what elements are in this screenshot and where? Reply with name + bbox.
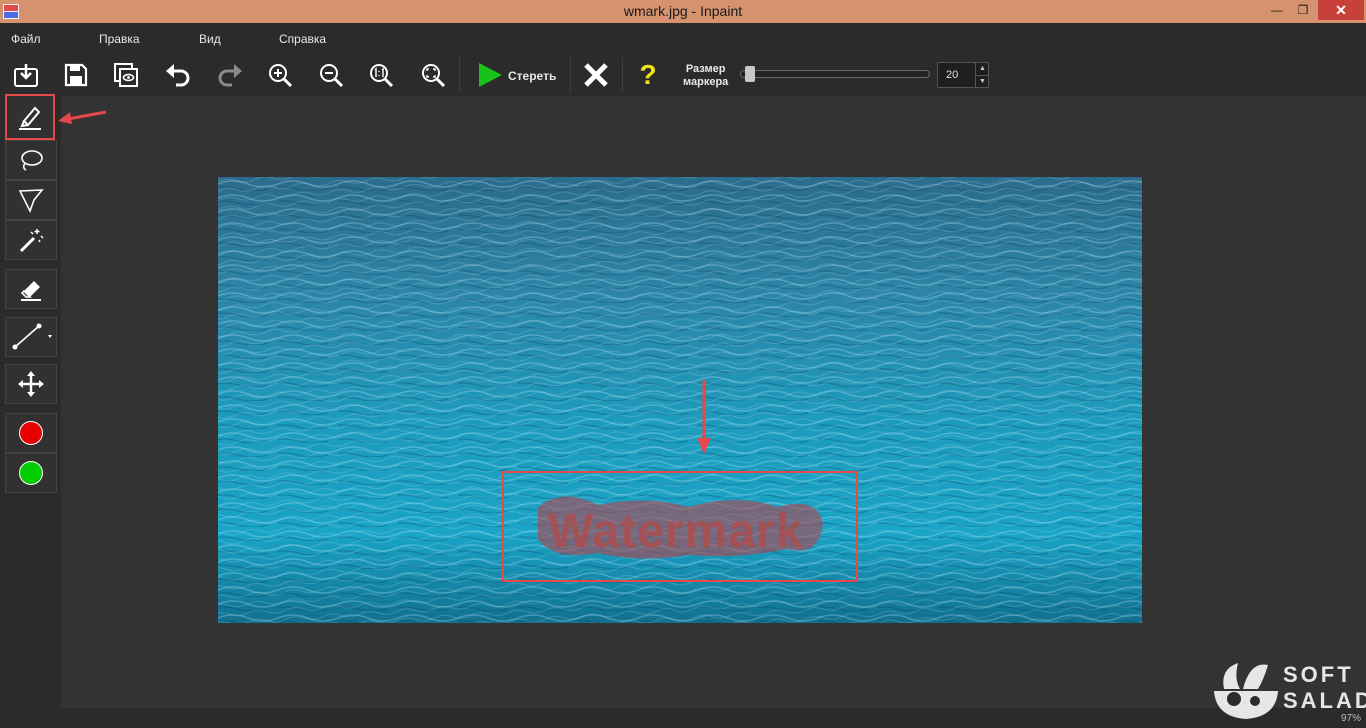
zoom-out-button[interactable] — [311, 57, 351, 93]
marker-tool-button[interactable] — [5, 94, 55, 140]
zoom-level: 97% — [1341, 713, 1362, 724]
toolbar-separator — [570, 57, 571, 93]
move-tool-button[interactable] — [5, 364, 57, 404]
eraser-icon — [20, 281, 41, 301]
minimize-button[interactable]: — — [1264, 0, 1290, 20]
preview-button[interactable] — [106, 57, 146, 93]
preview-icon — [114, 63, 138, 87]
annotation-arrow-down-icon — [697, 380, 711, 454]
lasso-tool-button[interactable] — [5, 140, 57, 180]
erase-run-button[interactable] — [470, 57, 510, 93]
move-icon — [18, 371, 44, 397]
polygonal-lasso-tool-button[interactable] — [5, 180, 57, 220]
zoom-in-button[interactable] — [260, 57, 300, 93]
maximize-button[interactable]: ❐ — [1290, 0, 1316, 20]
undo-button[interactable] — [158, 57, 198, 93]
polygonal-lasso-icon — [18, 189, 44, 214]
close-window-button[interactable]: ✕ — [1318, 0, 1364, 20]
play-icon — [479, 63, 502, 87]
magic-wand-tool-button[interactable] — [5, 220, 57, 260]
redo-button[interactable] — [210, 57, 250, 93]
stepper-down-icon[interactable]: ▼ — [975, 75, 989, 87]
marker-size-label: Размер маркера — [683, 63, 728, 89]
window-title: wmark.jpg - Inpaint — [623, 3, 743, 19]
softsalad-logo — [1214, 663, 1278, 719]
redo-icon — [218, 64, 242, 87]
menu-bar: Файл Правка Вид Справка — [0, 23, 1366, 55]
close-icon — [584, 63, 608, 87]
open-button[interactable] — [6, 57, 46, 93]
marker-size-stepper[interactable]: 20 ▲ ▼ — [937, 62, 989, 88]
brand-line2: SALAD — [1283, 688, 1366, 713]
green-color-swatch — [19, 461, 43, 485]
zoom-fit-icon — [422, 64, 446, 88]
zoom-fit-button[interactable] — [413, 57, 453, 93]
zoom-out-icon — [320, 64, 344, 88]
marker-size-label-line1: Размер — [685, 63, 726, 75]
annotation-arrow-icon — [58, 110, 107, 124]
undo-icon — [166, 64, 190, 87]
magic-wand-icon — [19, 229, 44, 253]
open-icon — [14, 64, 38, 87]
brand-line1: SOFT — [1283, 662, 1354, 687]
menu-view[interactable]: Вид — [199, 32, 221, 46]
red-color-button[interactable] — [5, 413, 57, 453]
cancel-button[interactable] — [576, 57, 616, 93]
menu-file[interactable]: Файл — [11, 32, 41, 46]
stepper-up-icon[interactable]: ▲ — [975, 63, 989, 75]
marker-size-value[interactable]: 20 — [946, 69, 958, 81]
menu-edit[interactable]: Правка — [99, 32, 140, 46]
toolbar-separator — [622, 57, 623, 93]
marker-size-label-line2: маркера — [683, 76, 729, 88]
menu-help[interactable]: Справка — [279, 32, 326, 46]
zoom-1to1-icon — [370, 64, 394, 88]
green-color-button[interactable] — [5, 453, 57, 493]
watermark-highlight-frame — [502, 471, 858, 582]
marker-icon — [19, 106, 41, 130]
toolbar: Стереть ? Размер маркера 20 ▲ ▼ — [0, 55, 1366, 96]
help-button[interactable]: ? — [628, 57, 668, 93]
marker-size-slider-thumb[interactable] — [745, 66, 756, 82]
erase-label[interactable]: Стереть — [508, 69, 556, 83]
toolbar-separator — [459, 57, 460, 93]
line-icon — [12, 323, 52, 350]
lasso-icon — [21, 150, 43, 171]
save-button[interactable] — [56, 57, 96, 93]
zoom-1to1-button[interactable] — [361, 57, 401, 93]
tool-sidebar — [0, 94, 60, 728]
title-bar: wmark.jpg - Inpaint — ❐ ✕ — [0, 0, 1366, 23]
marker-size-slider[interactable] — [740, 70, 930, 78]
line-tool-button[interactable] — [5, 317, 57, 357]
save-icon — [64, 63, 88, 87]
eraser-tool-button[interactable] — [5, 269, 57, 309]
red-color-swatch — [19, 421, 43, 445]
zoom-in-icon — [269, 64, 293, 88]
